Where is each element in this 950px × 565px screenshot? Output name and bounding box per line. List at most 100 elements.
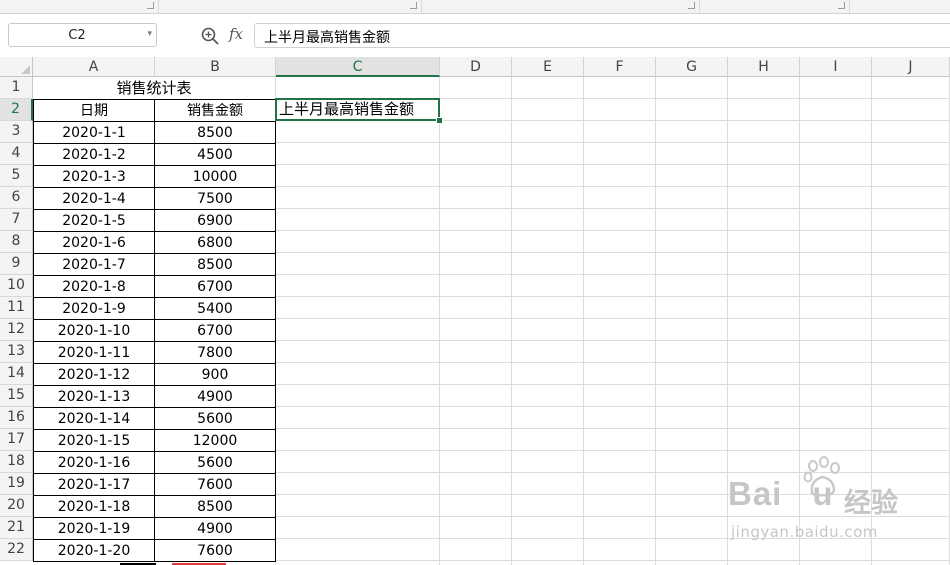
ribbon-separator xyxy=(421,0,422,13)
cell-amount[interactable]: 8500 xyxy=(154,495,276,518)
cell-area[interactable]: 销售统计表 日期 销售金额 2020-1-1 8500 2020-1-2 4500 20… xyxy=(33,77,950,565)
cell-date[interactable]: 2020-1-16 xyxy=(33,451,155,474)
cell-amount[interactable]: 12000 xyxy=(154,429,276,452)
table-title[interactable]: 销售统计表 xyxy=(33,77,275,99)
cell-date[interactable]: 2020-1-6 xyxy=(33,231,155,254)
cell-amount[interactable]: 4900 xyxy=(154,517,276,540)
column-gridline xyxy=(871,77,872,565)
row-header-6[interactable]: 6 xyxy=(0,187,33,209)
insert-function-icon[interactable]: fx xyxy=(229,25,243,43)
header-amount[interactable]: 销售金额 xyxy=(154,99,276,122)
column-header-b[interactable]: B xyxy=(155,57,276,77)
cell-date[interactable]: 2020-1-19 xyxy=(33,517,155,540)
column-header-d[interactable]: D xyxy=(440,57,512,77)
row-header-21[interactable]: 21 xyxy=(0,517,33,539)
cell-amount[interactable]: 5600 xyxy=(154,407,276,430)
cell-date[interactable]: 2020-1-20 xyxy=(33,539,155,562)
chevron-down-icon[interactable]: ▾ xyxy=(147,29,152,39)
cell-date[interactable]: 2020-1-18 xyxy=(33,495,155,518)
cell-amount[interactable]: 7600 xyxy=(154,473,276,496)
column-gridline xyxy=(799,77,800,565)
ribbon-bottom-strip xyxy=(0,0,950,14)
cell-amount[interactable]: 5400 xyxy=(154,297,276,320)
row-header-9[interactable]: 9 xyxy=(0,253,33,275)
row-header-14[interactable]: 14 xyxy=(0,363,33,385)
cell-date[interactable]: 2020-1-10 xyxy=(33,319,155,342)
cell-date[interactable]: 2020-1-8 xyxy=(33,275,155,298)
row-header-3[interactable]: 3 xyxy=(0,121,33,143)
cell-date[interactable]: 2020-1-15 xyxy=(33,429,155,452)
row-header-22[interactable]: 22 xyxy=(0,539,33,561)
cell-amount[interactable]: 6700 xyxy=(154,319,276,342)
spreadsheet-grid: ABCDEFGHIJ 1 2 3 4 5 6 7 8 9 10 11 12 13 14 15 16 17 18 19… xyxy=(0,57,950,565)
row-header-4[interactable]: 4 xyxy=(0,143,33,165)
cell-amount[interactable]: 6700 xyxy=(154,275,276,298)
row-header-15[interactable]: 15 xyxy=(0,385,33,407)
cell-date[interactable]: 2020-1-12 xyxy=(33,363,155,386)
formula-input[interactable]: 上半月最高销售金额 xyxy=(254,23,950,48)
dialog-launcher-icon[interactable] xyxy=(410,2,417,9)
row-header-11[interactable]: 11 xyxy=(0,297,33,319)
cell-date[interactable]: 2020-1-1 xyxy=(33,121,155,144)
cell-date[interactable]: 2020-1-2 xyxy=(33,143,155,166)
cell-date[interactable]: 2020-1-5 xyxy=(33,209,155,232)
cell-date[interactable]: 2020-1-9 xyxy=(33,297,155,320)
cell-amount[interactable]: 10000 xyxy=(154,165,276,188)
column-header-h[interactable]: H xyxy=(728,57,800,77)
cell-amount[interactable]: 4500 xyxy=(154,143,276,166)
cell-amount[interactable]: 7600 xyxy=(154,539,276,562)
cell-amount[interactable]: 5600 xyxy=(154,451,276,474)
cell-date[interactable]: 2020-1-14 xyxy=(33,407,155,430)
cell-date[interactable]: 2020-1-13 xyxy=(33,385,155,408)
column-header-j[interactable]: J xyxy=(872,57,950,77)
column-gridline xyxy=(655,77,656,565)
row-header-19[interactable]: 19 xyxy=(0,473,33,495)
row-header-16[interactable]: 16 xyxy=(0,407,33,429)
header-date[interactable]: 日期 xyxy=(33,99,155,122)
dialog-launcher-icon[interactable] xyxy=(688,2,695,9)
cell-amount[interactable]: 6900 xyxy=(154,209,276,232)
column-header-i[interactable]: I xyxy=(800,57,872,77)
fill-handle[interactable] xyxy=(436,117,443,124)
cell-amount[interactable]: 900 xyxy=(154,363,276,386)
cell-amount[interactable]: 8500 xyxy=(154,253,276,276)
name-box[interactable]: C2 ▾ xyxy=(8,23,157,47)
row-header-7[interactable]: 7 xyxy=(0,209,33,231)
row-header-17[interactable]: 17 xyxy=(0,429,33,451)
cell-date[interactable]: 2020-1-4 xyxy=(33,187,155,210)
column-gridline xyxy=(511,77,512,565)
row-header-10[interactable]: 10 xyxy=(0,275,33,297)
column-gridline xyxy=(583,77,584,565)
row-header-2[interactable]: 2 xyxy=(0,99,33,121)
column-header-c[interactable]: C xyxy=(276,57,440,77)
cell-date[interactable]: 2020-1-7 xyxy=(33,253,155,276)
select-all-corner[interactable] xyxy=(0,57,33,77)
row-header-20[interactable]: 20 xyxy=(0,495,33,517)
row-header-18[interactable]: 18 xyxy=(0,451,33,473)
cell-amount[interactable]: 7500 xyxy=(154,187,276,210)
cell-amount[interactable]: 4900 xyxy=(154,385,276,408)
cell-amount[interactable]: 6800 xyxy=(154,231,276,254)
column-header-g[interactable]: G xyxy=(656,57,728,77)
zoom-formula-icon[interactable] xyxy=(200,26,220,46)
row-header-12[interactable]: 12 xyxy=(0,319,33,341)
cell-date[interactable]: 2020-1-11 xyxy=(33,341,155,364)
dialog-launcher-icon[interactable] xyxy=(147,2,154,9)
column-header-e[interactable]: E xyxy=(512,57,584,77)
column-gridline xyxy=(439,77,440,565)
row-header-1[interactable]: 1 xyxy=(0,77,33,99)
dialog-launcher-icon[interactable] xyxy=(838,2,845,9)
cell-date[interactable]: 2020-1-17 xyxy=(33,473,155,496)
selected-cell-c2[interactable]: 上半月最高销售金额 xyxy=(275,98,440,121)
row-header-13[interactable]: 13 xyxy=(0,341,33,363)
formula-bar: C2 ▾ fx 上半月最高销售金额 xyxy=(0,14,950,57)
column-header-f[interactable]: F xyxy=(584,57,656,77)
cell-date[interactable]: 2020-1-3 xyxy=(33,165,155,188)
cell-amount[interactable]: 7800 xyxy=(154,341,276,364)
cell-amount[interactable]: 8500 xyxy=(154,121,276,144)
column-header-a[interactable]: A xyxy=(33,57,155,77)
ribbon-separator xyxy=(158,0,159,13)
column-gridline xyxy=(727,77,728,565)
row-header-8[interactable]: 8 xyxy=(0,231,33,253)
row-header-5[interactable]: 5 xyxy=(0,165,33,187)
